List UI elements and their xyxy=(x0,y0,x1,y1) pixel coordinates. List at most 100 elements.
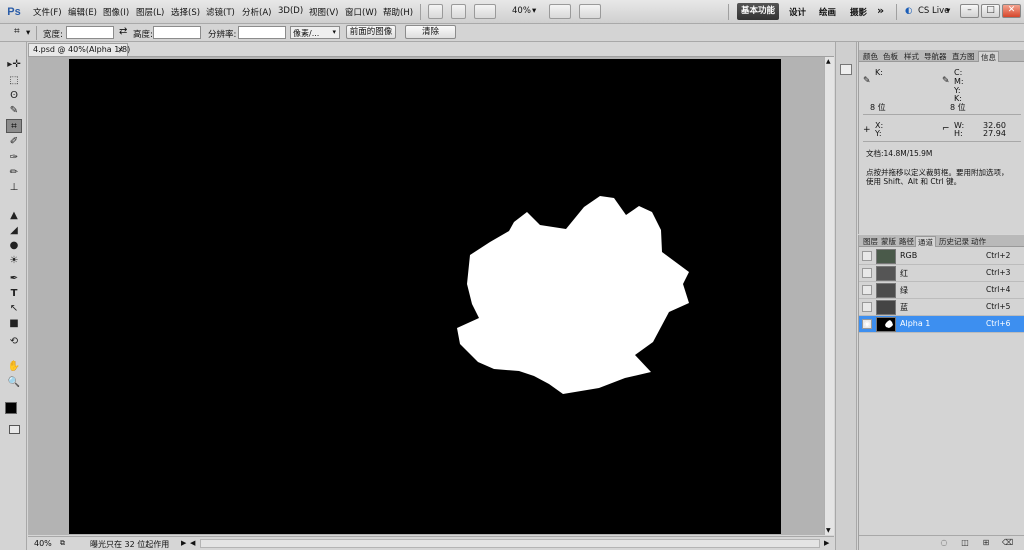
height-input[interactable] xyxy=(153,26,201,39)
scroll-down-icon[interactable]: ▼ xyxy=(826,527,831,534)
menu-select[interactable]: 选择(S) xyxy=(171,6,200,18)
tab-swatches[interactable]: 色板 xyxy=(881,51,900,62)
workspace-painting[interactable]: 绘画 xyxy=(819,6,836,18)
menu-filter[interactable]: 滤镜(T) xyxy=(206,6,235,18)
clone-stamp-tool-icon[interactable]: ⊥ xyxy=(6,181,22,195)
tab-masks[interactable]: 蒙版 xyxy=(879,236,898,247)
menu-layer[interactable]: 图层(L) xyxy=(136,6,164,18)
tab-history[interactable]: 历史记录 xyxy=(937,236,971,247)
resolution-input[interactable] xyxy=(238,26,286,39)
brush-tool-icon[interactable]: ✏ xyxy=(6,166,22,180)
dodge-tool-icon[interactable]: ☀ xyxy=(6,254,22,268)
move-tool-icon[interactable]: ▸✛ xyxy=(6,58,22,72)
view-extras-button[interactable] xyxy=(474,4,496,19)
minibridge-button[interactable] xyxy=(451,4,466,19)
hscroll-right-icon[interactable]: ▶ xyxy=(824,539,829,547)
tab-actions[interactable]: 动作 xyxy=(969,236,988,247)
tab-paths[interactable]: 路径 xyxy=(897,236,916,247)
screen-mode-button[interactable] xyxy=(579,4,601,19)
tab-layers[interactable]: 图层 xyxy=(861,236,880,247)
channel-row[interactable]: 绿 Ctrl+4 xyxy=(859,282,1024,299)
menu-analysis[interactable]: 分析(A) xyxy=(242,6,271,18)
close-button[interactable]: ✕ xyxy=(1002,4,1021,18)
chevron-down-icon[interactable]: ▾ xyxy=(946,6,950,16)
width-input[interactable] xyxy=(66,26,114,39)
chevron-down-icon[interactable]: ▾ xyxy=(532,6,536,16)
clear-button[interactable]: 清除 xyxy=(405,25,456,39)
tab-histogram[interactable]: 直方图 xyxy=(950,51,977,62)
visibility-toggle[interactable] xyxy=(862,285,872,295)
quick-selection-tool-icon[interactable]: ✎ xyxy=(6,104,22,118)
foreground-color-swatch[interactable] xyxy=(5,402,17,414)
path-selection-tool-icon[interactable]: ↖ xyxy=(6,302,22,316)
save-selection-icon[interactable]: ◫ xyxy=(960,538,970,548)
hand-tool-icon[interactable]: ✋ xyxy=(6,360,22,374)
resolution-unit-select[interactable]: 像素/... ▾ xyxy=(290,26,340,39)
status-zoom[interactable]: 40% xyxy=(34,539,52,548)
hscroll-left-icon[interactable]: ◀ xyxy=(190,539,195,547)
menu-3d[interactable]: 3D(D) xyxy=(278,6,303,16)
zoom-level[interactable]: 40% xyxy=(512,6,531,16)
cslive-icon[interactable]: ◐ xyxy=(905,6,912,16)
eyedropper-tool-icon[interactable]: ✐ xyxy=(6,135,22,149)
status-zoom-icon[interactable]: ⧉ xyxy=(60,539,65,548)
image-canvas[interactable] xyxy=(69,59,781,534)
close-icon[interactable]: × xyxy=(117,44,124,56)
3d-rotate-tool-icon[interactable]: ⟲ xyxy=(6,335,22,349)
bridge-button[interactable] xyxy=(428,4,443,19)
delete-channel-icon[interactable]: ⌫ xyxy=(1002,538,1013,548)
workspace-photography[interactable]: 摄影 xyxy=(850,6,867,18)
lasso-tool-icon[interactable]: ʘ xyxy=(6,89,22,103)
channel-row[interactable]: 蓝 Ctrl+5 xyxy=(859,299,1024,316)
shape-tool-icon[interactable]: ■ xyxy=(6,317,22,331)
histogram-panel-icon[interactable] xyxy=(840,64,852,75)
visibility-toggle[interactable] xyxy=(862,251,872,261)
maximize-button[interactable]: □ xyxy=(981,4,1000,18)
tab-navigator[interactable]: 导航器 xyxy=(922,51,949,62)
scroll-up-icon[interactable]: ▲ xyxy=(826,58,831,65)
visibility-toggle[interactable] xyxy=(862,302,872,312)
menu-edit[interactable]: 编辑(E) xyxy=(68,6,97,18)
zoom-tool-icon[interactable]: 🔍 xyxy=(6,376,22,390)
menu-view[interactable]: 视图(V) xyxy=(309,6,338,18)
horizontal-scrollbar[interactable] xyxy=(200,539,820,548)
marquee-tool-icon[interactable]: ⬚ xyxy=(6,74,22,88)
menu-image[interactable]: 图像(I) xyxy=(103,6,129,18)
blur-tool-icon[interactable]: ● xyxy=(6,239,22,253)
swap-icon[interactable]: ⇄ xyxy=(119,26,127,37)
workspace-essentials[interactable]: 基本功能 xyxy=(737,3,779,20)
crop-tool-icon[interactable]: ⌗ xyxy=(6,119,22,133)
healing-brush-tool-icon[interactable]: ✑ xyxy=(6,151,22,165)
vertical-scrollbar[interactable]: ▲ ▼ xyxy=(824,57,834,535)
cslive-button[interactable]: CS Live xyxy=(918,6,949,16)
paint-bucket-tool-icon[interactable]: ◢ xyxy=(6,224,22,238)
chevron-down-icon[interactable]: ▾ xyxy=(26,28,30,38)
pen-tool-icon[interactable]: ✒ xyxy=(6,272,22,286)
new-channel-icon[interactable]: ⊞ xyxy=(981,538,991,548)
eraser-tool-icon[interactable]: ▲ xyxy=(6,209,22,223)
menu-help[interactable]: 帮助(H) xyxy=(383,6,413,18)
front-image-button[interactable]: 前面的图像 xyxy=(346,25,396,39)
menu-file[interactable]: 文件(F) xyxy=(33,6,62,18)
channel-row[interactable]: RGB Ctrl+2 xyxy=(859,248,1024,265)
tab-color[interactable]: 颜色 xyxy=(861,51,880,62)
load-selection-icon[interactable]: ◌ xyxy=(939,538,949,548)
tab-styles[interactable]: 样式 xyxy=(902,51,921,62)
workspace-design[interactable]: 设计 xyxy=(789,6,806,18)
more-workspaces-icon[interactable]: » xyxy=(877,4,884,17)
status-menu-icon[interactable]: ▶ xyxy=(181,539,186,547)
crop-tool-icon[interactable]: ⌗ xyxy=(14,26,20,37)
channel-row[interactable]: 红 Ctrl+3 xyxy=(859,265,1024,282)
arrange-documents-button[interactable] xyxy=(549,4,571,19)
tab-info[interactable]: 信息 xyxy=(978,51,999,62)
eye-icon[interactable]: ◉ xyxy=(862,319,872,329)
channel-row-selected[interactable]: ◉ Alpha 1 Ctrl+6 xyxy=(859,316,1024,333)
document-tab[interactable]: 4.psd @ 40%(Alpha 1/8) × xyxy=(28,43,130,56)
visibility-toggle[interactable] xyxy=(862,268,872,278)
menu-window[interactable]: 窗口(W) xyxy=(345,6,377,18)
minimize-button[interactable]: – xyxy=(960,4,979,18)
tab-channels[interactable]: 通道 xyxy=(915,236,936,247)
type-tool-icon[interactable]: T xyxy=(6,287,22,301)
quick-mask-icon[interactable] xyxy=(9,425,20,434)
menu-separator xyxy=(728,4,729,20)
